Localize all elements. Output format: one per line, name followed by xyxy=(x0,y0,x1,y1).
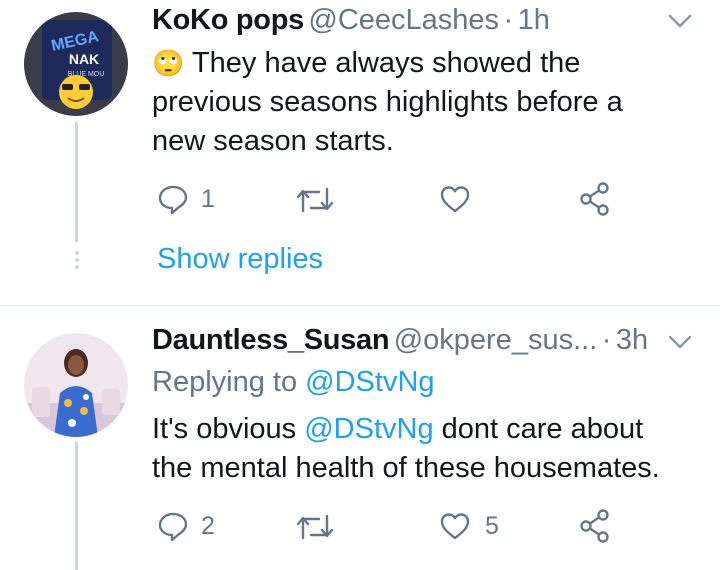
chevron-down-icon xyxy=(668,14,692,28)
retweet-button[interactable] xyxy=(295,185,335,215)
svg-text:NAK: NAK xyxy=(69,51,99,67)
display-name[interactable]: Dauntless_Susan xyxy=(152,324,390,356)
tweet-menu-button[interactable] xyxy=(667,12,693,35)
like-button[interactable] xyxy=(439,184,471,214)
share-button[interactable] xyxy=(578,508,612,544)
tweet-divider xyxy=(0,305,720,306)
like-count: 5 xyxy=(485,511,499,540)
tweet-text-content: They have always showed the previous sea… xyxy=(152,47,623,157)
user-handle[interactable]: @CeecLashes xyxy=(308,4,499,36)
like-icon xyxy=(440,513,470,540)
reply-button[interactable]: 2 xyxy=(157,510,215,542)
thread-line xyxy=(75,122,78,242)
reply-count: 1 xyxy=(201,184,215,213)
tweet-text-start: It's obvious xyxy=(152,413,305,445)
retweet-icon xyxy=(296,187,334,213)
tweet-menu-button[interactable] xyxy=(667,333,693,356)
retweet-icon xyxy=(296,514,334,540)
separator-dot: · xyxy=(503,4,514,36)
mention-link[interactable]: @DStvNg xyxy=(304,413,433,445)
replying-to: Replying to @DStvNg xyxy=(152,366,435,399)
thread-dots xyxy=(75,248,79,272)
reply-icon xyxy=(158,185,188,215)
user-handle[interactable]: @okpere_sus... xyxy=(394,324,598,356)
tweet-header: Dauntless_Susan @okpere_sus... · 3h xyxy=(152,324,648,357)
reply-icon xyxy=(158,512,188,542)
timestamp[interactable]: 3h xyxy=(616,324,648,356)
timestamp[interactable]: 1h xyxy=(518,4,550,36)
thread-line xyxy=(75,442,78,570)
tweet-text: 🙄 They have always showed the previous s… xyxy=(152,44,672,161)
retweet-button[interactable] xyxy=(295,512,335,542)
replying-to-label: Replying to xyxy=(152,366,306,398)
share-icon xyxy=(580,182,609,216)
display-name[interactable]: KoKo pops xyxy=(152,4,304,36)
chevron-down-icon xyxy=(668,335,692,349)
avatar[interactable]: MEGA NAK BLUE MOU xyxy=(24,12,128,116)
like-icon xyxy=(440,186,470,213)
eye-roll-emoji: 🙄 xyxy=(152,48,185,78)
tweet-header: KoKo pops @CeecLashes · 1h xyxy=(152,4,550,37)
like-button[interactable]: 5 xyxy=(439,511,499,541)
show-replies-link[interactable]: Show replies xyxy=(157,243,323,276)
share-button[interactable] xyxy=(578,181,612,217)
separator-dot: · xyxy=(601,324,612,356)
share-icon xyxy=(580,509,609,543)
avatar[interactable] xyxy=(24,333,128,437)
tweet-text: It's obvious @DStvNg dont care about the… xyxy=(152,410,682,488)
replying-to-handle[interactable]: @DStvNg xyxy=(305,366,434,398)
reply-button[interactable]: 1 xyxy=(157,183,215,215)
reply-count: 2 xyxy=(201,511,215,540)
